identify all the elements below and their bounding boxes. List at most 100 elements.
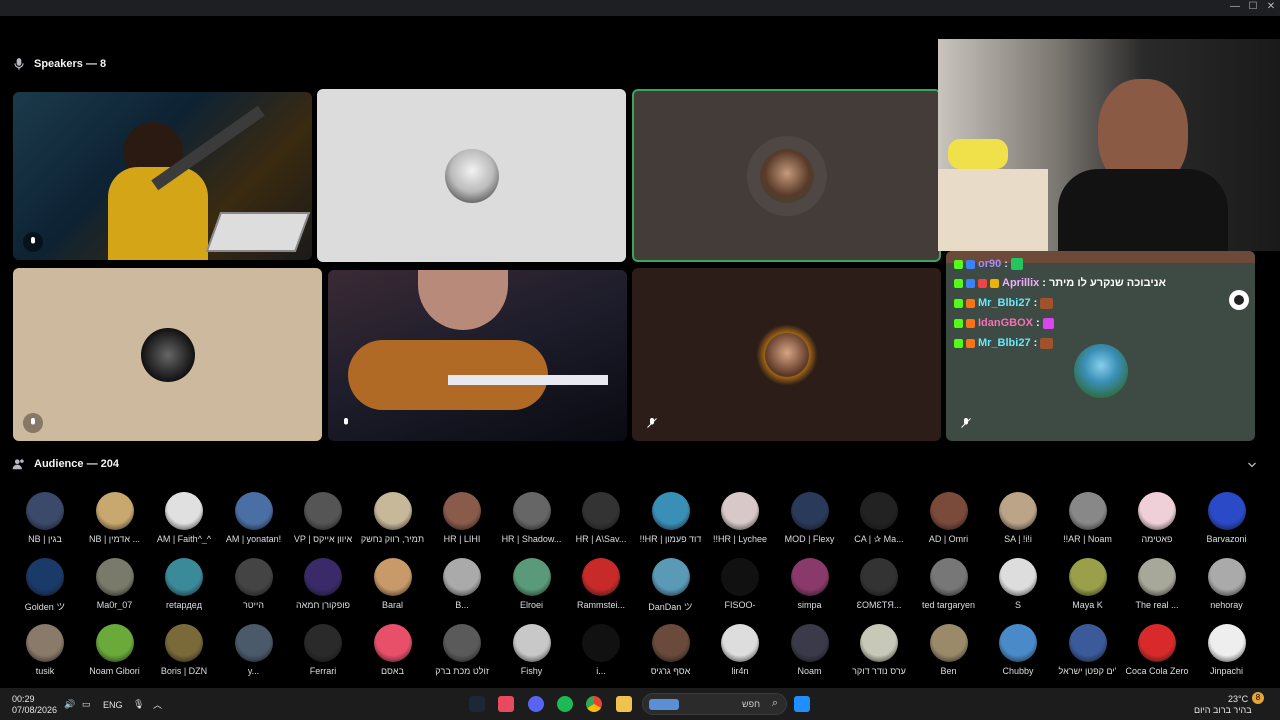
audience-member[interactable]: !!AR | Noam: [1053, 492, 1123, 544]
audience-member[interactable]: HR | A\Sav...: [566, 492, 636, 544]
audience-member[interactable]: ערס נודר דוקר: [844, 624, 914, 676]
audience-member[interactable]: ted targaryen: [914, 558, 984, 610]
audience-name: lir4n: [731, 666, 749, 676]
audience-name: Ma0r_07: [96, 600, 133, 610]
steam-icon[interactable]: [469, 696, 485, 712]
audience-member[interactable]: Barvazoni: [1192, 492, 1262, 544]
audience-name: !!HR | דוד פעמון: [639, 534, 702, 544]
volume-icon[interactable]: 🔊: [64, 699, 75, 710]
close-icon[interactable]: ✕: [1261, 1, 1280, 12]
clock-time[interactable]: 00:29: [12, 694, 35, 704]
audience-avatar: [1207, 558, 1246, 596]
audience-member[interactable]: ƐOMƐTЯ...: [844, 558, 914, 610]
audience-member[interactable]: תמיר, רווק נחשק: [358, 492, 428, 544]
audience-member[interactable]: The real ...: [1122, 558, 1192, 610]
audience-avatar: [165, 624, 203, 662]
language-indicator[interactable]: ENG: [103, 700, 123, 710]
audience-member[interactable]: Baral: [358, 558, 428, 610]
speaker-tile-5[interactable]: [13, 268, 322, 441]
audience-member[interactable]: !!HR | Lychee: [705, 492, 775, 544]
clock-date[interactable]: 07/08/2026: [12, 705, 57, 715]
audience-member[interactable]: tusik: [10, 624, 80, 676]
audience-member[interactable]: simpa: [775, 558, 845, 610]
audience-member[interactable]: HR | LIHI: [427, 492, 497, 544]
audience-member[interactable]: באסם: [358, 624, 428, 676]
audience-member[interactable]: VP | איוון אייקס: [288, 492, 358, 544]
audience-member[interactable]: lir4n: [705, 624, 775, 676]
speaker-tile-7[interactable]: [632, 268, 941, 441]
audience-member[interactable]: Noam Gibori: [80, 624, 150, 676]
audience-header[interactable]: Audience — 204: [12, 457, 119, 471]
audience-avatar: [26, 624, 64, 662]
audience-name: Noam: [797, 666, 822, 676]
spotify-icon[interactable]: [557, 696, 573, 712]
audience-member[interactable]: SA | !i!i: [983, 492, 1053, 544]
app-icon[interactable]: [498, 696, 514, 712]
weather-temp[interactable]: 23°C: [1228, 694, 1248, 704]
audience-member[interactable]: S: [983, 558, 1053, 610]
audience-member[interactable]: retapдeд: [149, 558, 219, 610]
audience-member[interactable]: NB | בגין: [10, 492, 80, 544]
speaker-tile-2[interactable]: [317, 89, 626, 262]
chevron-up-icon[interactable]: ︿: [153, 698, 162, 711]
audience-member[interactable]: y...: [219, 624, 289, 676]
notification-badge[interactable]: 8: [1252, 692, 1264, 704]
audience-member[interactable]: אסף גרגיס: [636, 624, 706, 676]
audience-member[interactable]: ים קפטן ישראל': [1053, 624, 1123, 676]
speaker-tile-chat[interactable]: or90 : Aprillix : אניבוכה שנקרע לו מיתר …: [946, 251, 1255, 441]
audience-member[interactable]: Fishy: [497, 624, 567, 676]
minimize-icon[interactable]: —: [1225, 1, 1245, 12]
audience-avatar: [1138, 492, 1176, 530]
audience-member[interactable]: Boris | DZN: [149, 624, 219, 676]
audience-member[interactable]: MOD | Flexy: [775, 492, 845, 544]
audience-member[interactable]: NB | אדמין ...: [80, 492, 150, 544]
audience-member[interactable]: פאטימה: [1122, 492, 1192, 544]
mic-status-icon: [336, 413, 356, 433]
audience-member[interactable]: Coca Cola Zero: [1122, 624, 1192, 676]
discord-icon[interactable]: [528, 696, 544, 712]
people-icon: [12, 459, 24, 470]
audience-member[interactable]: פופקורן חמאה: [288, 558, 358, 610]
audience-member[interactable]: Ben: [914, 624, 984, 676]
audience-name: Barvazoni: [1206, 534, 1247, 544]
audience-member[interactable]: AM | Faith^_^: [149, 492, 219, 544]
audience-member[interactable]: הייטר: [219, 558, 289, 610]
chevron-down-icon[interactable]: [1246, 459, 1258, 471]
audience-member[interactable]: DanDan ツ: [636, 558, 706, 613]
audience-member[interactable]: Elroei: [497, 558, 567, 610]
audience-member[interactable]: Noam: [775, 624, 845, 676]
audience-member[interactable]: Rammstei...: [566, 558, 636, 610]
network-icon[interactable]: ▭: [82, 699, 91, 710]
audience-member[interactable]: Maya K: [1053, 558, 1123, 610]
audience-member[interactable]: Golden ツ: [10, 558, 80, 613]
audience-member[interactable]: FISOO-: [705, 558, 775, 610]
audience-member[interactable]: Chubby: [983, 624, 1053, 676]
audience-member[interactable]: i...: [566, 624, 636, 676]
windows-start-icon[interactable]: [794, 696, 810, 712]
microphone-icon: [14, 58, 24, 70]
speaker-video-acoustic[interactable]: [328, 270, 627, 441]
audience-member[interactable]: !!HR | דוד פעמון: [636, 492, 706, 544]
audience-member[interactable]: Ferrari: [288, 624, 358, 676]
speaker-tile-3-speaking[interactable]: [632, 89, 941, 262]
file-explorer-icon[interactable]: [616, 696, 632, 712]
audience-member[interactable]: B...: [427, 558, 497, 610]
audience-member[interactable]: CA | ✰ Ma...: [844, 492, 914, 545]
audience-avatar: [373, 558, 412, 596]
audience-member[interactable]: HR | Shadow...: [497, 492, 567, 544]
taskbar-search[interactable]: חפש ⌕: [642, 693, 787, 715]
audience-member[interactable]: AM | yonatan!: [219, 492, 289, 544]
audience-member[interactable]: AD | Omri: [914, 492, 984, 544]
audience-member[interactable]: nehoray: [1192, 558, 1262, 610]
audience-member[interactable]: זולט מכת ברק: [427, 624, 497, 676]
audience-member[interactable]: Jinpachi: [1192, 624, 1262, 676]
chrome-icon[interactable]: [586, 696, 602, 712]
audience-member[interactable]: Ma0r_07: [80, 558, 150, 610]
maximize-icon[interactable]: ☐: [1243, 1, 1263, 12]
audience-avatar: [1207, 492, 1246, 530]
speaker-video-guitarist[interactable]: [13, 92, 312, 260]
mic-tray-icon[interactable]: 🎙: [133, 699, 144, 710]
weather-desc[interactable]: בהיר ברוב היום: [1194, 705, 1252, 715]
audience-name: !!AR | Noam: [1063, 534, 1112, 544]
streamer-webcam: [938, 39, 1280, 251]
